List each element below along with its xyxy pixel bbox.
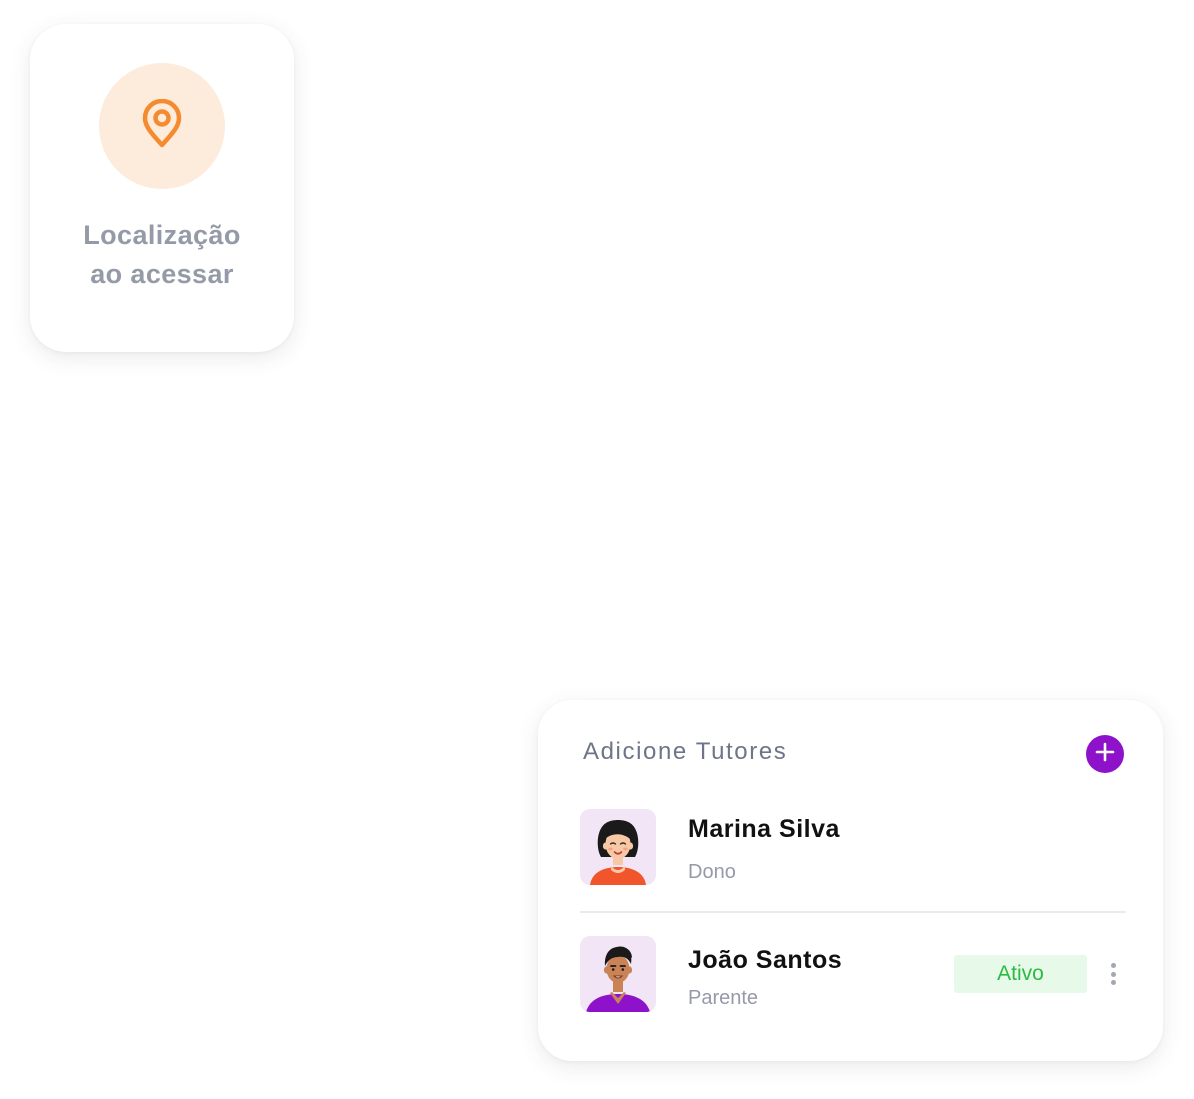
tutor-role: Dono: [688, 861, 736, 883]
female-avatar: [580, 809, 656, 885]
menu-dot: [1110, 971, 1116, 977]
tutor-role: Parente: [688, 987, 759, 1009]
tutors-title: Adicione Tutores: [583, 738, 788, 765]
location-card[interactable]: Localização ao acessar: [30, 24, 294, 352]
location-icon-badge: [99, 63, 225, 189]
map-pin-icon: [141, 98, 183, 154]
menu-dot: [1110, 963, 1116, 968]
menu-dot: [1110, 980, 1116, 985]
more-vertical-icon[interactable]: [1104, 958, 1122, 990]
male-avatar: [580, 936, 656, 1012]
location-label: Localização ao acessar: [30, 216, 294, 294]
tutor-name: Marina Silva: [688, 815, 840, 843]
add-tutor-button[interactable]: [1086, 735, 1124, 773]
plus-icon: [1095, 742, 1115, 767]
location-label-line1: Localização: [83, 220, 241, 250]
tutors-card: Adicione Tutores Marina Silva Dono João …: [538, 700, 1163, 1061]
tutor-row[interactable]: Marina Silva Dono: [580, 809, 1126, 913]
location-label-line2: ao acessar: [90, 259, 234, 289]
tutor-name: João Santos: [688, 946, 843, 974]
status-badge: Ativo: [954, 955, 1087, 993]
tutor-row[interactable]: João Santos Parente Ativo: [580, 936, 1126, 1016]
